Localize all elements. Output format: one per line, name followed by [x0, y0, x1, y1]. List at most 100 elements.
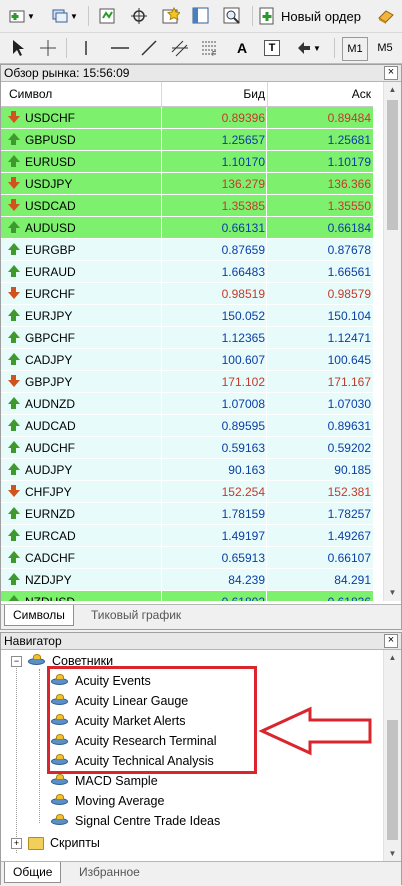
table-row[interactable]: EURNZD 1.78159 1.78257 [1, 503, 373, 525]
table-row[interactable]: EURJPY 150.052 150.104 [1, 305, 373, 327]
scroll-up-icon[interactable]: ▲ [384, 82, 401, 98]
timeframe-m1-button[interactable]: M1 [342, 37, 368, 61]
scroll-down-icon[interactable]: ▼ [384, 846, 401, 862]
table-row[interactable]: NZDJPY 84.239 84.291 [1, 569, 373, 591]
channel-tool[interactable] [168, 36, 192, 60]
trendline-tool[interactable] [138, 36, 160, 60]
tab-symbols[interactable]: Символы [4, 605, 74, 626]
table-row[interactable]: USDCHF 0.89396 0.89484 [1, 107, 373, 129]
market-watch-button[interactable] [96, 4, 118, 28]
table-row[interactable]: GBPCHF 1.12365 1.12471 [1, 327, 373, 349]
tree-item-expert[interactable]: MACD Sample [51, 771, 158, 791]
data-window-button[interactable] [128, 4, 150, 28]
cursor-icon [13, 40, 24, 56]
crosshair-icon [40, 40, 56, 56]
symbol-cell: EURAUD [1, 261, 161, 282]
navigator-tabs: Общие Избранное [1, 861, 401, 886]
collapse-icon[interactable]: − [11, 655, 22, 667]
scroll-thumb[interactable] [387, 100, 398, 230]
bid-cell: 1.49197 [221, 529, 265, 543]
text-label-tool[interactable]: T [262, 36, 282, 60]
table-row[interactable]: CADCHF 0.65913 0.66107 [1, 547, 373, 569]
symbol-cell: EURUSD [1, 151, 161, 172]
terminal-button[interactable] [190, 4, 212, 28]
cursor-tool[interactable] [8, 36, 28, 60]
column-header-bid[interactable]: Бид [162, 82, 265, 106]
tab-tick-chart[interactable]: Тиковый график [83, 605, 189, 625]
column-header-ask[interactable]: Аск [267, 82, 371, 106]
tree-line [16, 661, 17, 853]
table-row[interactable]: USDCAD 1.35385 1.35550 [1, 195, 373, 217]
table-row[interactable]: GBPUSD 1.25657 1.25681 [1, 129, 373, 151]
new-order-button[interactable]: Новый ордер [258, 4, 372, 28]
bid-cell: 171.102 [221, 375, 265, 389]
arrow-up-icon [7, 551, 20, 564]
column-header-symbol[interactable]: Символ [9, 82, 52, 106]
table-row[interactable]: NZDUSD 0.618020.61836 [1, 591, 373, 601]
arrow-up-icon [7, 155, 20, 168]
horizontal-line-tool[interactable] [108, 36, 132, 60]
ask-cell: 171.167 [327, 375, 371, 389]
table-row[interactable]: EURCHF 0.98519 0.98579 [1, 283, 373, 305]
table-row[interactable]: EURCAD 1.49197 1.49267 [1, 525, 373, 547]
expand-icon[interactable]: + [11, 837, 22, 849]
tester-button[interactable] [220, 4, 244, 28]
symbol-name: GBPCHF [25, 330, 76, 345]
tree-folder-scripts[interactable]: + Скрипты [11, 833, 100, 853]
fibonacci-tool[interactable]: F [198, 36, 220, 60]
crosshair-tool[interactable] [38, 36, 58, 60]
expert-icon [51, 774, 69, 788]
vertical-line-tool[interactable] [76, 36, 96, 60]
autotrading-button[interactable] [374, 4, 398, 28]
bid-cell: 1.66483 [221, 265, 265, 279]
market-watch-scrollbar[interactable]: ▲ ▼ [383, 82, 401, 601]
table-row[interactable]: CADJPY 100.607 100.645 [1, 349, 373, 371]
table-row[interactable]: AUDJPY 90.163 90.185 [1, 459, 373, 481]
symbol-cell: AUDNZD [1, 393, 161, 414]
table-row[interactable]: AUDNZD 1.07008 1.07030 [1, 393, 373, 415]
table-row[interactable]: EURAUD 1.66483 1.66561 [1, 261, 373, 283]
navigator-scrollbar[interactable]: ▲ ▼ [383, 650, 401, 862]
ask-cell: 1.12471 [327, 331, 371, 345]
bid-cell: 1.12365 [221, 331, 265, 345]
scroll-thumb[interactable] [387, 720, 398, 840]
table-row[interactable]: AUDCAD 0.89595 0.89631 [1, 415, 373, 437]
close-icon[interactable]: × [384, 66, 398, 80]
table-row[interactable]: GBPJPY 171.102 171.167 [1, 371, 373, 393]
symbol-cell: CADCHF [1, 547, 161, 568]
navigator-title: Навигатор [4, 634, 62, 648]
tree-item-expert[interactable]: Signal Centre Trade Ideas [51, 811, 220, 831]
table-row[interactable]: EURUSD 1.10170 1.10179 [1, 151, 373, 173]
arrow-down-icon [7, 485, 20, 498]
bid-cell: 152.254 [221, 485, 265, 499]
profiles-icon [52, 9, 68, 23]
close-icon[interactable]: × [384, 634, 398, 648]
new-order-icon [259, 7, 274, 25]
scroll-down-icon[interactable]: ▼ [384, 585, 401, 601]
table-row[interactable]: CHFJPY 152.254 152.381 [1, 481, 373, 503]
bid-cell: 1.25657 [221, 133, 265, 147]
table-row[interactable]: USDJPY 136.279 136.366 [1, 173, 373, 195]
arrows-tool[interactable]: ▼ [290, 36, 326, 60]
table-row[interactable]: AUDCHF 0.59163 0.59202 [1, 437, 373, 459]
tree-item-expert[interactable]: Moving Average [51, 791, 164, 811]
arrow-down-icon [7, 287, 20, 300]
table-row[interactable]: EURGBP 0.87659 0.87678 [1, 239, 373, 261]
tab-common[interactable]: Общие [4, 862, 62, 883]
bid-cell: 0.89595 [221, 419, 265, 433]
arrow-down-icon [7, 375, 20, 388]
scroll-up-icon[interactable]: ▲ [384, 650, 401, 666]
symbol-name: NZDUSD [25, 591, 75, 602]
text-tool[interactable]: A [232, 36, 252, 60]
tab-favorites[interactable]: Избранное [71, 862, 148, 882]
new-chart-button[interactable]: ▼ [4, 4, 40, 28]
symbol-cell: NZDJPY [1, 569, 161, 590]
arrow-up-icon [7, 243, 20, 256]
symbol-cell: GBPJPY [1, 371, 161, 392]
navigator-button[interactable] [160, 4, 182, 28]
table-row[interactable]: AUDUSD 0.66131 0.66184 [1, 217, 373, 239]
dropdown-icon: ▼ [70, 11, 78, 21]
timeframe-m5-button[interactable]: M5 [372, 37, 398, 59]
symbol-cell: EURJPY [1, 305, 161, 326]
profiles-button[interactable]: ▼ [48, 4, 82, 28]
